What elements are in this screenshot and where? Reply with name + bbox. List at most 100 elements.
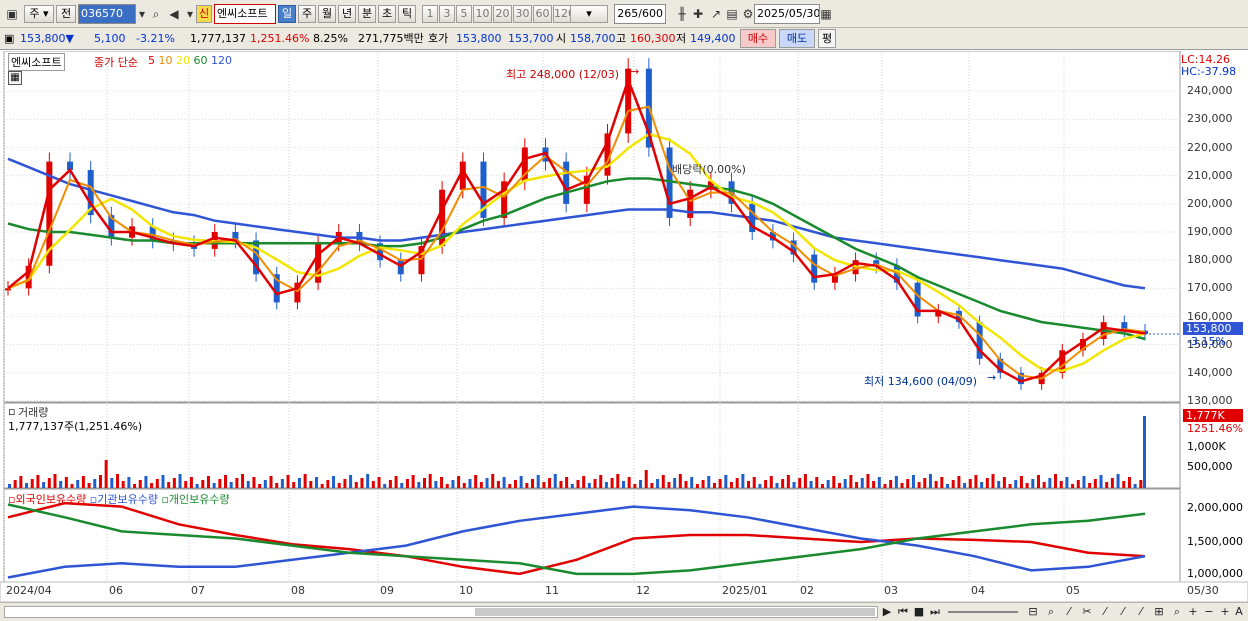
sell-button[interactable]: 매도 [779, 29, 815, 48]
volume-bar [8, 484, 11, 488]
volume-bar [849, 475, 853, 488]
minute-button-10[interactable]: 10 [473, 5, 492, 23]
price-tick-8: 160,000 [1187, 309, 1233, 323]
stop-icon[interactable]: ■ [912, 603, 926, 620]
volume-bar [303, 474, 307, 488]
stock-code-input[interactable]: 036570 [78, 4, 136, 24]
chart-svg[interactable]: →→ [0, 50, 1248, 603]
volume-bar [946, 484, 950, 488]
tool-2-icon[interactable]: ✂ [1080, 603, 1094, 620]
volume-bar [974, 475, 978, 488]
volume-bar [371, 481, 375, 488]
timeframe-button-2[interactable]: 월 [318, 5, 336, 23]
zoom-slider[interactable] [948, 611, 1018, 613]
minute-button-3[interactable]: 3 [439, 5, 455, 23]
stock-name-field[interactable]: 엔씨소프트 [214, 4, 276, 24]
timeframe-button-4[interactable]: 분 [358, 5, 376, 23]
minute-button-5[interactable]: 5 [456, 5, 472, 23]
minute-button-1[interactable]: 1 [422, 5, 438, 23]
holding-legend-2: ▫개인보유수량 [161, 493, 230, 506]
minute-button-30[interactable]: 30 [513, 5, 532, 23]
volume-bar [417, 482, 421, 488]
draw-tool-icon[interactable]: ↗ [708, 6, 724, 22]
calendar-icon[interactable]: ▦ [818, 6, 834, 22]
eval-button[interactable]: 평 [818, 29, 836, 48]
volume-bar [548, 478, 552, 488]
grid-toggle-icon[interactable]: ▦ [8, 71, 22, 85]
search-small-icon[interactable]: ⌕ [1170, 603, 1184, 620]
timeframe-button-0[interactable]: 일 [278, 5, 296, 23]
volume-bar [121, 481, 125, 488]
volume-bar [383, 484, 387, 488]
time-tick-4: 09 [380, 584, 394, 597]
new-listing-badge: 신 [196, 5, 212, 23]
save-icon[interactable]: ▤ [724, 6, 740, 22]
candle-body [687, 189, 694, 218]
chart-area[interactable]: → → 엔씨소프트 종가 단순 5 10 20 60 120 ▦ LC:14.26… [0, 50, 1248, 603]
zoom-out-icon[interactable]: − [1202, 603, 1216, 620]
speaker-icon[interactable]: ◀ [166, 6, 182, 22]
volume-bar [150, 483, 154, 488]
timeframe-button-1[interactable]: 주 [298, 5, 316, 23]
volume-bar [155, 479, 159, 488]
volume-bar [269, 476, 273, 488]
first-page-icon[interactable]: ⏮ [896, 603, 910, 620]
down-arrow-icon: ▼ [65, 32, 74, 45]
volume-bar [462, 483, 466, 488]
period-select[interactable]: 주 ▾ [24, 5, 54, 23]
volume-bar [1014, 480, 1018, 488]
timeframe-button-5[interactable]: 초 [378, 5, 396, 23]
buy-button[interactable]: 매수 [740, 29, 776, 48]
tool-6-icon[interactable]: ⊞ [1152, 603, 1166, 620]
volume-bar [1002, 477, 1006, 488]
tool-1-icon[interactable]: ⁄ [1062, 603, 1076, 620]
zoom-reset-icon[interactable]: ⊟ [1026, 603, 1040, 620]
volume-bar [184, 481, 188, 488]
date-field[interactable]: 2025/05/30 [754, 4, 820, 24]
last-page-icon[interactable]: ⏭ [928, 603, 942, 620]
window-menu-icon[interactable]: ▣ [4, 6, 20, 22]
volume-bar [172, 478, 176, 488]
volume-bar [400, 483, 404, 488]
scroll-thumb[interactable] [475, 608, 875, 616]
minute-dropdown[interactable]: ▾ [570, 5, 608, 23]
tool-5-icon[interactable]: ⁄ [1134, 603, 1148, 620]
zoom-in-icon[interactable]: + [1186, 603, 1200, 620]
prev-button[interactable]: 전 [56, 5, 76, 23]
high-value: 160,300 [630, 32, 676, 45]
volume-bar [701, 480, 705, 488]
hc-label: HC:-37.98 [1181, 65, 1237, 78]
volume-bar [167, 482, 171, 488]
volume-bar [826, 480, 830, 488]
minute-button-60[interactable]: 60 [533, 5, 552, 23]
period-label: 주 [29, 7, 40, 20]
candle-type-icon[interactable]: ╫ [674, 6, 690, 22]
search-icon[interactable]: ⌕ [148, 6, 164, 22]
stock-label: 엔씨소프트 [8, 53, 65, 71]
plus-icon[interactable]: + [1218, 603, 1232, 620]
tool-4-icon[interactable]: ⁄ [1116, 603, 1130, 620]
volume-bar [451, 480, 455, 488]
tool-3-icon[interactable]: ⁄ [1098, 603, 1112, 620]
scroll-right-icon[interactable]: ▶ [880, 603, 894, 620]
price-panel [3, 50, 1181, 403]
volume-bar [639, 480, 643, 488]
price-tick-5: 190,000 [1187, 225, 1233, 238]
volume-bar [718, 479, 722, 488]
minute-button-20[interactable]: 20 [493, 5, 512, 23]
volume-bar [104, 460, 108, 488]
volume-bar [917, 482, 921, 488]
timeframe-button-6[interactable]: 틱 [398, 5, 416, 23]
volume-bar [627, 477, 631, 488]
volume-bar [838, 483, 842, 488]
holding-tick-2: 1,500,000 [1187, 535, 1243, 548]
timeframe-button-3[interactable]: 년 [338, 5, 356, 23]
font-size-icon[interactable]: A [1232, 603, 1246, 620]
crosshair-icon[interactable]: ✚ [690, 6, 706, 22]
volume-bar [297, 478, 301, 488]
horizontal-scrollbar[interactable] [4, 606, 878, 618]
volume-bar [690, 477, 694, 488]
magnifier-icon[interactable]: ⌕ [1044, 603, 1058, 620]
volume-bar [1065, 477, 1069, 488]
count-field[interactable]: 265/600 [614, 4, 666, 24]
